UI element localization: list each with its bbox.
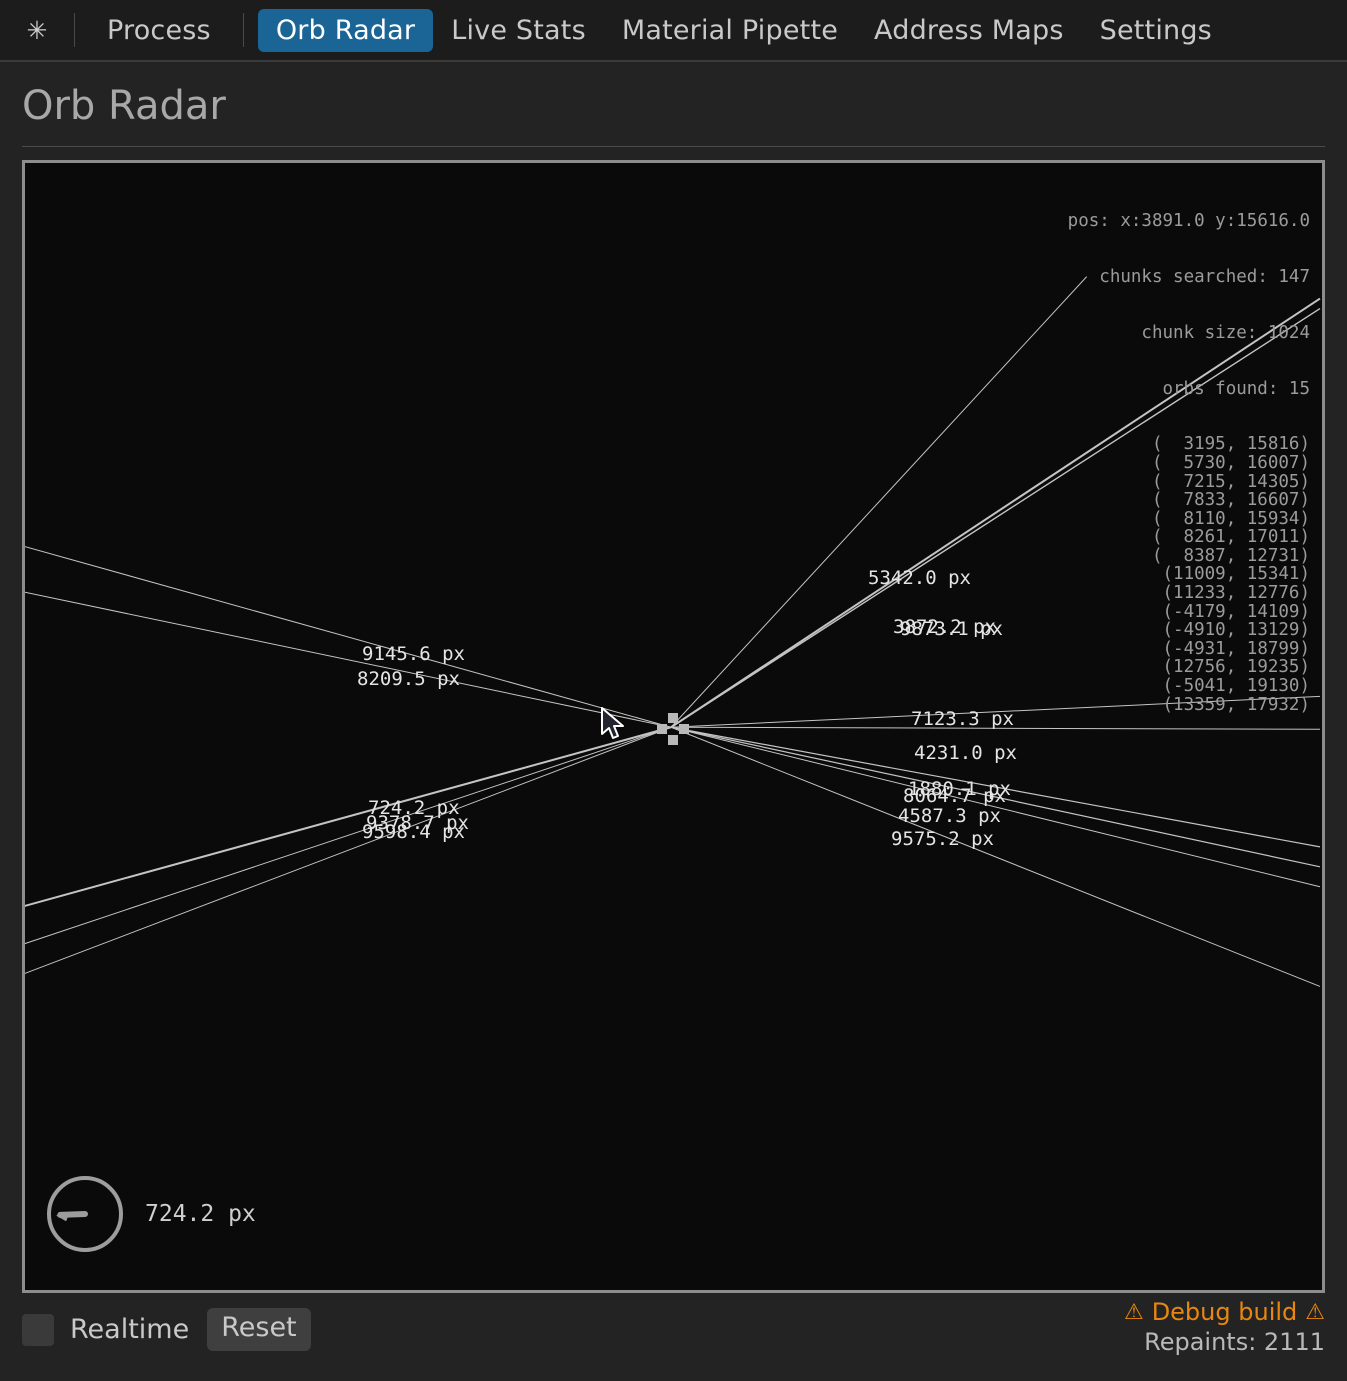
- ray-9873: [670, 297, 1321, 729]
- sun-icon[interactable]: ✳: [14, 7, 60, 53]
- realtime-checkbox[interactable]: [22, 1313, 54, 1346]
- tab-process[interactable]: Process: [89, 9, 229, 52]
- ray-3872: [670, 307, 1321, 728]
- debug-build-status: ⚠ Debug build ⚠: [1123, 1298, 1325, 1327]
- ray-7123: [670, 695, 1321, 728]
- realtime-label: Realtime: [70, 1314, 190, 1345]
- reset-button[interactable]: Reset: [207, 1308, 311, 1351]
- nav-divider-1: [74, 13, 75, 47]
- page-title: Orb Radar: [22, 83, 226, 129]
- ray-9145: [25, 546, 672, 728]
- ray-9378: [25, 726, 672, 945]
- ray-4587: [670, 726, 1321, 888]
- repaints-counter: Repaints: 2111: [1144, 1327, 1325, 1356]
- tab-material-pipette[interactable]: Material Pipette: [604, 9, 856, 52]
- ray-724: [25, 726, 672, 907]
- tab-live-stats[interactable]: Live Stats: [433, 9, 604, 52]
- tab-settings[interactable]: Settings: [1082, 9, 1230, 52]
- tab-orb-radar[interactable]: Orb Radar: [257, 8, 434, 52]
- nav-divider-2: [242, 13, 244, 47]
- page-header: Orb Radar: [0, 62, 1347, 147]
- bottom-bar: Realtime Reset ⚠ Debug build ⚠ Repaints:…: [0, 1293, 1347, 1366]
- status-stack: ⚠ Debug build ⚠ Repaints: 2111: [1123, 1298, 1325, 1356]
- ray-9598: [25, 726, 672, 974]
- warning-triangle-icon: ⚠: [1123, 1300, 1144, 1326]
- ray-1880: [670, 726, 1321, 848]
- ray-4231: [670, 726, 1320, 730]
- compass-dial-icon: [47, 1176, 123, 1252]
- compass-distance-label: 724.2 px: [145, 1201, 256, 1227]
- ray-9575: [670, 726, 1321, 987]
- debug-build-label: Debug build: [1151, 1298, 1298, 1326]
- tab-address-maps[interactable]: Address Maps: [856, 9, 1082, 52]
- compass-widget: 724.2 px: [47, 1176, 256, 1252]
- ray-8064: [670, 726, 1321, 868]
- radar-rays-layer: [25, 276, 1321, 987]
- title-divider: [22, 146, 1325, 147]
- top-navbar: ✳ Process Orb Radar Live Stats Material …: [0, 0, 1347, 62]
- warning-triangle-icon-2: ⚠: [1305, 1300, 1325, 1326]
- radar-canvas[interactable]: pos: x:3891.0 y:15616.0 chunks searched:…: [22, 160, 1325, 1293]
- ray-5342: [670, 276, 1088, 728]
- ray-8209: [25, 591, 672, 728]
